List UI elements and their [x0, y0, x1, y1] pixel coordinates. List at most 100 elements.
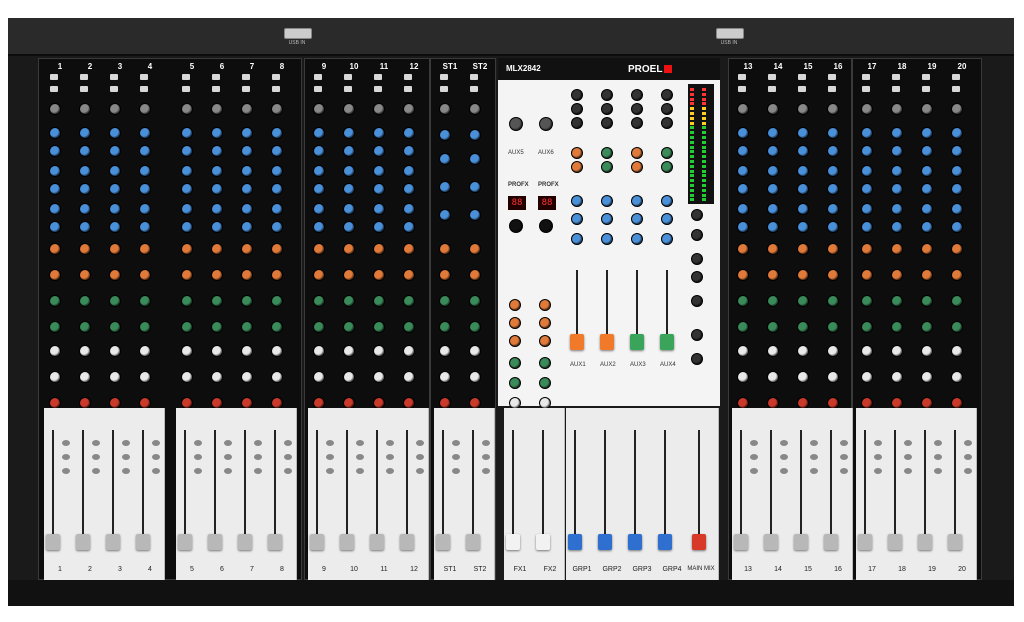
- rotary-knob[interactable]: [738, 166, 748, 176]
- channel-button[interactable]: [194, 468, 202, 474]
- rotary-knob[interactable]: [862, 166, 872, 176]
- input-switch[interactable]: [110, 86, 118, 92]
- rotary-knob[interactable]: [404, 222, 414, 232]
- fx-select-knob[interactable]: [510, 220, 522, 232]
- aux-eq-knob[interactable]: [632, 196, 642, 206]
- rotary-knob[interactable]: [922, 270, 932, 280]
- rotary-knob[interactable]: [922, 104, 932, 114]
- input-switch[interactable]: [798, 74, 806, 80]
- rotary-knob[interactable]: [242, 128, 252, 138]
- channel-button[interactable]: [386, 454, 394, 460]
- channel-button[interactable]: [284, 454, 292, 460]
- rotary-knob[interactable]: [80, 146, 90, 156]
- rotary-knob[interactable]: [404, 184, 414, 194]
- rotary-knob[interactable]: [952, 372, 962, 382]
- rotary-knob[interactable]: [272, 222, 282, 232]
- rotary-knob[interactable]: [314, 184, 324, 194]
- rotary-knob[interactable]: [892, 166, 902, 176]
- rotary-knob[interactable]: [80, 166, 90, 176]
- rotary-knob[interactable]: [110, 166, 120, 176]
- group-knob[interactable]: [602, 162, 612, 172]
- rotary-knob[interactable]: [344, 104, 354, 114]
- rotary-knob[interactable]: [50, 296, 60, 306]
- rotary-knob[interactable]: [952, 146, 962, 156]
- channel-button[interactable]: [356, 454, 364, 460]
- channel-fader[interactable]: [46, 534, 60, 550]
- rotary-knob[interactable]: [768, 204, 778, 214]
- input-switch[interactable]: [952, 86, 960, 92]
- rotary-knob[interactable]: [50, 398, 60, 408]
- channel-button[interactable]: [904, 468, 912, 474]
- aux-eq-knob[interactable]: [602, 234, 612, 244]
- aux-master-knob[interactable]: [540, 118, 552, 130]
- group-knob[interactable]: [662, 148, 672, 158]
- input-switch[interactable]: [50, 86, 58, 92]
- aux-eq-knob[interactable]: [602, 196, 612, 206]
- channel-button[interactable]: [780, 468, 788, 474]
- channel-button[interactable]: [254, 468, 262, 474]
- channel-fader[interactable]: [340, 534, 354, 550]
- rotary-knob[interactable]: [344, 204, 354, 214]
- rotary-knob[interactable]: [212, 322, 222, 332]
- group-fader[interactable]: [658, 534, 672, 550]
- input-switch[interactable]: [738, 86, 746, 92]
- rotary-knob[interactable]: [892, 204, 902, 214]
- rotary-knob[interactable]: [242, 146, 252, 156]
- fx-knob[interactable]: [510, 318, 520, 328]
- rotary-knob[interactable]: [272, 146, 282, 156]
- channel-fader[interactable]: [436, 534, 450, 550]
- rotary-knob[interactable]: [952, 104, 962, 114]
- rotary-knob[interactable]: [922, 166, 932, 176]
- input-switch[interactable]: [922, 74, 930, 80]
- rotary-knob[interactable]: [738, 222, 748, 232]
- rotary-knob[interactable]: [182, 146, 192, 156]
- channel-fader[interactable]: [178, 534, 192, 550]
- rotary-knob[interactable]: [110, 270, 120, 280]
- rotary-knob[interactable]: [828, 398, 838, 408]
- rotary-knob[interactable]: [50, 104, 60, 114]
- rotary-knob[interactable]: [952, 166, 962, 176]
- channel-fader[interactable]: [310, 534, 324, 550]
- rotary-knob[interactable]: [862, 184, 872, 194]
- rotary-knob[interactable]: [828, 372, 838, 382]
- rotary-knob[interactable]: [922, 346, 932, 356]
- rotary-knob[interactable]: [182, 128, 192, 138]
- rotary-knob[interactable]: [272, 296, 282, 306]
- channel-fader[interactable]: [106, 534, 120, 550]
- channel-button[interactable]: [224, 454, 232, 460]
- rotary-knob[interactable]: [140, 128, 150, 138]
- rotary-knob[interactable]: [140, 244, 150, 254]
- channel-button[interactable]: [840, 440, 848, 446]
- input-switch[interactable]: [952, 74, 960, 80]
- input-switch[interactable]: [768, 74, 776, 80]
- rotary-knob[interactable]: [140, 398, 150, 408]
- input-switch[interactable]: [344, 86, 352, 92]
- channel-button[interactable]: [452, 440, 460, 446]
- main-mix-fader[interactable]: [692, 534, 706, 550]
- rotary-knob[interactable]: [738, 322, 748, 332]
- rotary-knob[interactable]: [212, 296, 222, 306]
- rotary-knob[interactable]: [922, 322, 932, 332]
- channel-button[interactable]: [92, 454, 100, 460]
- rotary-knob[interactable]: [952, 322, 962, 332]
- rotary-knob[interactable]: [440, 104, 450, 114]
- aux-eq-knob[interactable]: [602, 214, 612, 224]
- rotary-knob[interactable]: [440, 398, 450, 408]
- input-switch[interactable]: [242, 86, 250, 92]
- rotary-knob[interactable]: [404, 128, 414, 138]
- rotary-knob[interactable]: [768, 184, 778, 194]
- rotary-knob[interactable]: [50, 372, 60, 382]
- channel-button[interactable]: [254, 454, 262, 460]
- rotary-knob[interactable]: [952, 184, 962, 194]
- input-switch[interactable]: [862, 74, 870, 80]
- rotary-knob[interactable]: [110, 104, 120, 114]
- input-switch[interactable]: [768, 86, 776, 92]
- channel-button[interactable]: [904, 454, 912, 460]
- rotary-knob[interactable]: [440, 154, 450, 164]
- rotary-knob[interactable]: [242, 204, 252, 214]
- fx-fader[interactable]: [536, 534, 550, 550]
- channel-button[interactable]: [284, 440, 292, 446]
- input-switch[interactable]: [110, 74, 118, 80]
- aux-eq-knob[interactable]: [662, 196, 672, 206]
- rotary-knob[interactable]: [922, 222, 932, 232]
